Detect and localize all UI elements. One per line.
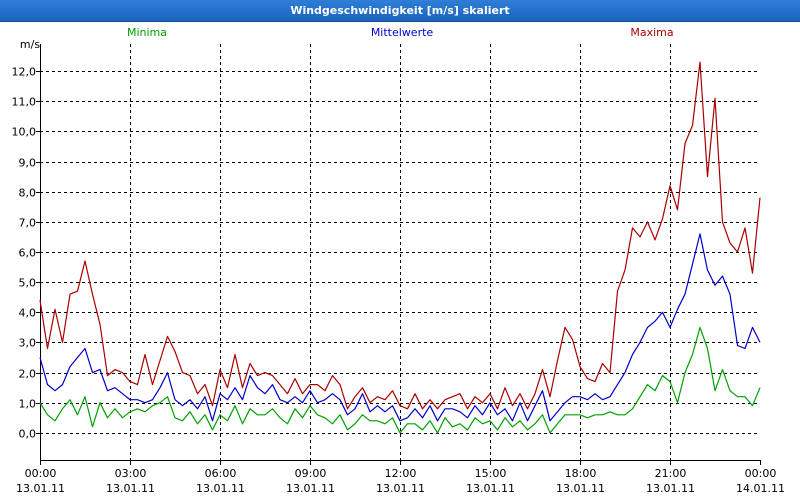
grid [40,44,760,460]
chart-window: Windgeschwindigkeit [m/s] skaliert 0,0 1,… [0,0,800,500]
x-tick-time-label: 06:00 [205,467,237,480]
y-tick-label: 10,0 [12,126,37,139]
x-tick-date-label: 13.01.11 [196,482,245,495]
x-tick-time-label: 09:00 [295,467,327,480]
y-tick-label: 6,0 [19,247,37,260]
x-tick-date-label: 13.01.11 [16,482,65,495]
x-tick-date-label: 13.01.11 [466,482,515,495]
x-tick-date-label: 13.01.11 [286,482,335,495]
x-tick-time-label: 21:00 [655,467,687,480]
y-tick-label: 12,0 [12,66,37,79]
y-tick-label: 1,0 [19,398,37,411]
legend-item-minima: Minima [127,26,167,39]
y-tick-label: 9,0 [19,157,37,170]
x-tick-date-label: 13.01.11 [376,482,425,495]
y-tick-label: 7,0 [19,217,37,230]
x-tick-time-label: 00:00 [25,467,57,480]
x-tick-date-label: 14.01.11 [736,482,785,495]
y-tick-label: 3,0 [19,337,37,350]
y-tick-label: 0,0 [19,428,37,441]
x-tick-date-label: 13.01.11 [106,482,155,495]
y-tick-label: 2,0 [19,368,37,381]
x-tick-date-label: 13.01.11 [646,482,695,495]
plot-area: 0,0 1,0 2,0 3,0 4,0 5,0 6,0 7,0 8,0 9,0 10,0 11,0 12… [0,22,800,500]
legend-item-maxima: Maxima [630,26,673,39]
y-tick-label: 4,0 [19,307,37,320]
x-tick-time-label: 15:00 [475,467,507,480]
y-tick-label: 8,0 [19,187,37,200]
window-title: Windgeschwindigkeit [m/s] skaliert [290,4,510,17]
wind-speed-chart: 0,0 1,0 2,0 3,0 4,0 5,0 6,0 7,0 8,0 9,0 10,0 11,0 12… [12,26,785,495]
axes: 0,0 1,0 2,0 3,0 4,0 5,0 6,0 7,0 8,0 9,0 10,0 11,0 12… [12,38,785,495]
legend: Minima Mittelwerte Maxima [127,26,674,39]
window-titlebar: Windgeschwindigkeit [m/s] skaliert [0,0,800,22]
x-tick-date-label: 13.01.11 [556,482,605,495]
y-tick-label: 11,0 [12,96,37,109]
x-tick-time-label: 18:00 [565,467,597,480]
y-tick-label: 5,0 [19,277,37,290]
y-axis-unit-label: m/s [20,38,40,51]
x-tick-time-label: 12:00 [385,467,417,480]
legend-item-mittelwerte: Mittelwerte [371,26,434,39]
x-tick-time-label: 03:00 [115,467,147,480]
x-tick-time-label: 00:00 [745,467,777,480]
